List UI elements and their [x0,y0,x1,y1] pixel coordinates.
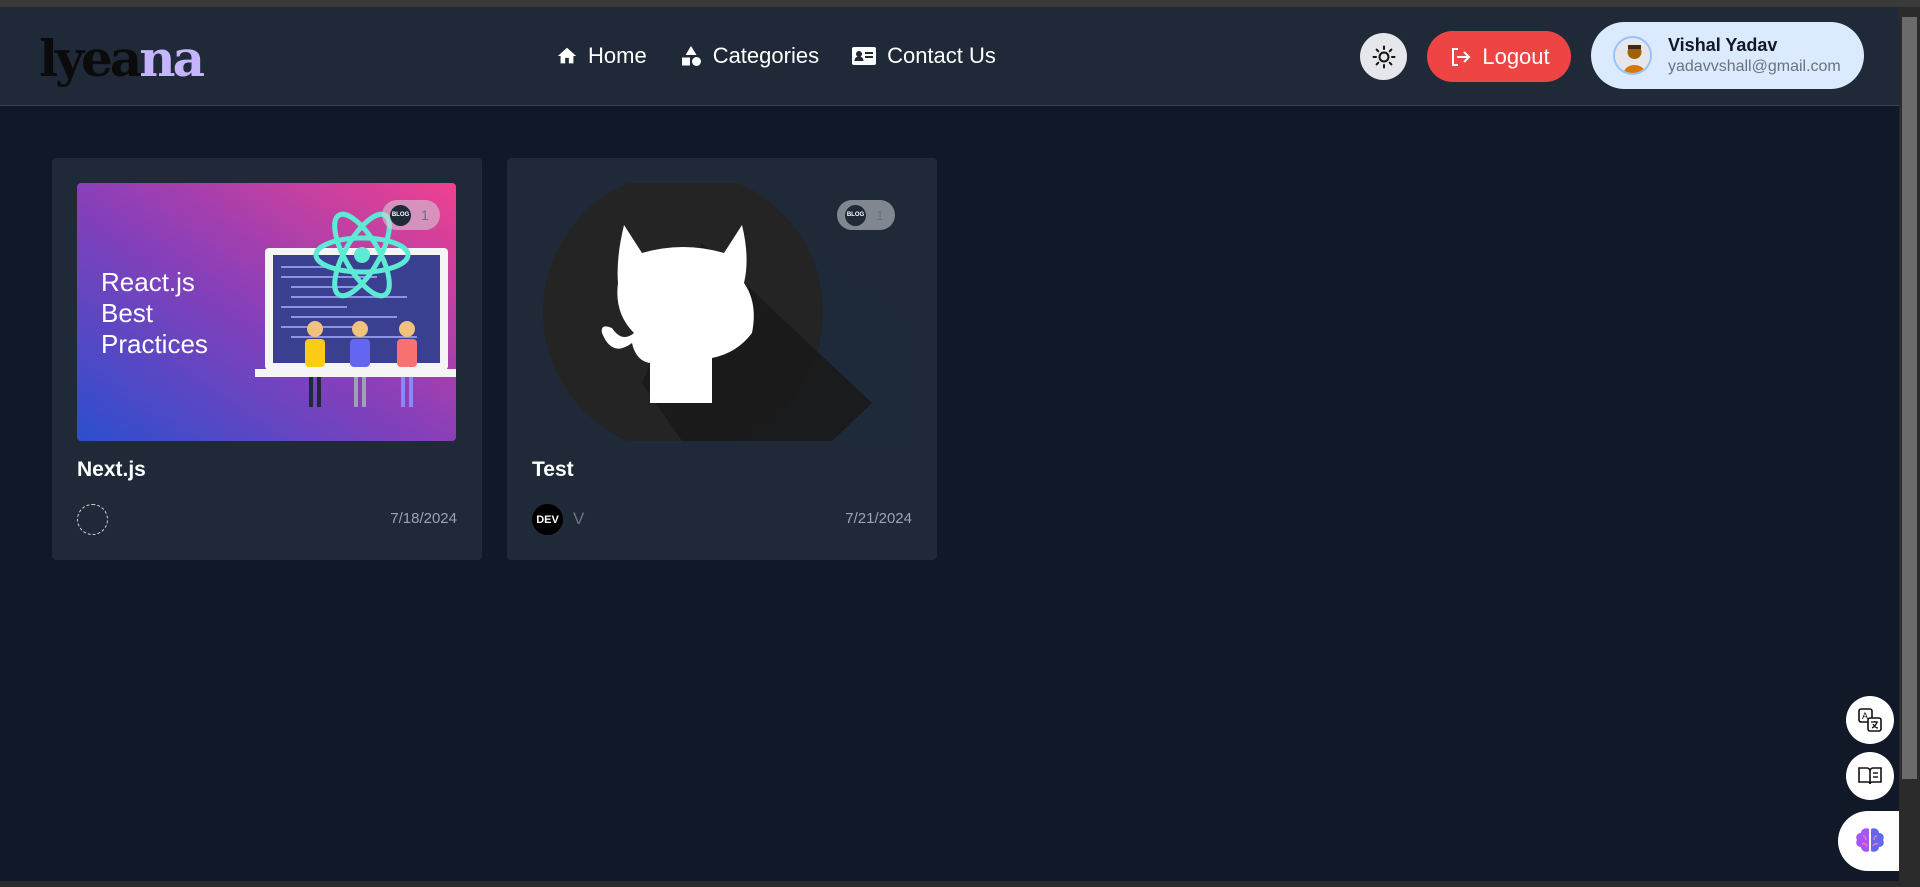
user-profile-chip[interactable]: Vishal Yadav yadavvshall@gmail.com [1591,22,1864,89]
nav-home[interactable]: Home [556,43,647,69]
bottom-strip [0,881,1899,887]
reader-icon [1858,767,1882,785]
nav-categories-label: Categories [712,43,820,68]
logout-label: Logout [1482,43,1550,69]
badge-count: 1 [421,207,429,223]
post-title[interactable]: Next.js [77,458,146,482]
translate-icon: A [1858,708,1882,732]
logout-icon [1452,47,1471,66]
image-text-line-2: Best [101,298,154,328]
post-date: 7/18/2024 [390,510,457,527]
browser-top-strip [0,0,1920,7]
theme-toggle-button[interactable] [1360,33,1407,80]
logo-part-1: lyea [39,29,142,88]
sun-icon [1372,45,1395,68]
badge-count: 1 [876,207,884,223]
main-nav: Home Categories Contact Us [556,43,1028,69]
post-card-test[interactable]: BLOG 1 Test DEV V 7/21/2024 [507,158,937,560]
post-date: 7/21/2024 [845,510,912,527]
image-text-line-3: Practices [101,329,208,359]
home-icon [557,47,577,64]
shapes-icon [681,46,701,66]
category-badge[interactable]: BLOG 1 [837,200,895,230]
blog-badge-icon: BLOG [390,204,411,226]
scroll-thumb[interactable] [1902,17,1917,779]
logo[interactable]: lyeana [39,29,205,89]
brain-icon [1856,828,1884,852]
author-name: V [573,509,585,528]
navbar: lyeana Home Categories Contact Us Logout… [0,7,1899,106]
user-email: yadavvshall@gmail.com [1668,57,1841,75]
translate-button[interactable]: A [1846,696,1894,744]
user-info: Vishal Yadav yadavvshall@gmail.com [1668,34,1841,78]
vertical-scrollbar[interactable] [1899,7,1920,887]
avatar [1613,36,1652,75]
ai-assistant-button[interactable] [1838,811,1902,871]
svg-text:A: A [1862,711,1868,721]
category-badge[interactable]: BLOG 1 [382,200,440,230]
reader-mode-button[interactable] [1846,752,1894,800]
contact-card-icon [852,47,877,65]
dev-logo-icon: DEV [532,504,563,535]
logout-button[interactable]: Logout [1427,31,1571,82]
image-text-line-1: React.js [101,267,195,297]
nav-contact[interactable]: Contact Us [851,43,996,69]
user-name: Vishal Yadav [1668,34,1778,55]
nav-contact-label: Contact Us [887,43,996,68]
nav-categories[interactable]: Categories [679,43,819,69]
blog-badge-icon: BLOG [845,204,866,226]
nav-home-label: Home [588,43,647,68]
logo-part-2: na [139,29,205,88]
post-card-nextjs[interactable]: React.js Best Practices BLOG 1 Next.js 7… [52,158,482,560]
author-avatar-icon [77,504,108,535]
post-title[interactable]: Test [532,458,574,482]
